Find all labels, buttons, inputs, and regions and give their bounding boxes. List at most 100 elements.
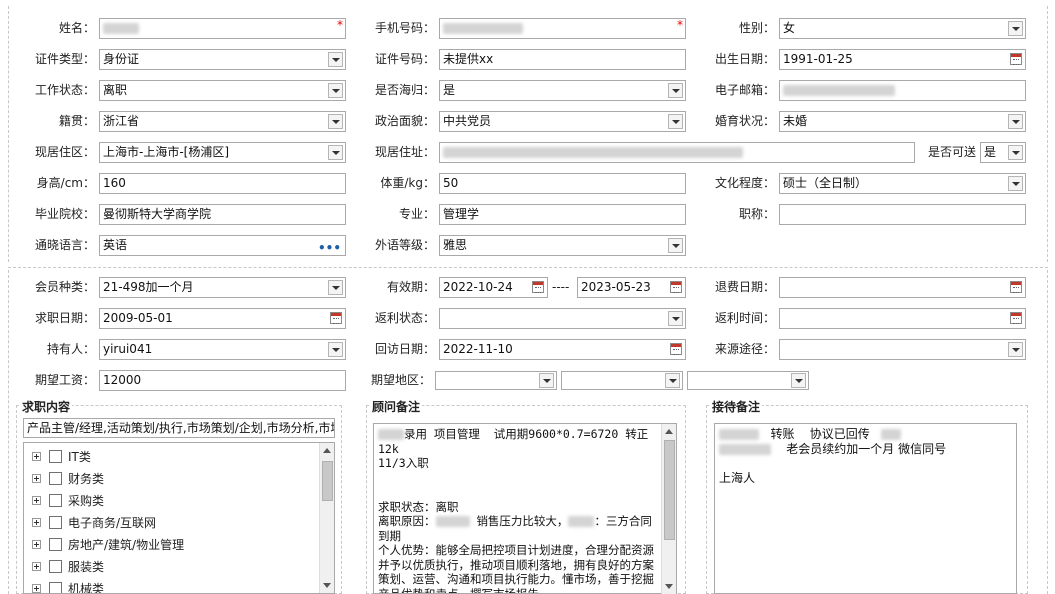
valid-end-input[interactable]: 2023-05-23 — [577, 277, 686, 298]
expected-area-city-select[interactable] — [561, 371, 683, 390]
checkbox[interactable] — [49, 450, 62, 463]
expand-icon[interactable] — [32, 518, 41, 527]
id-type-select[interactable]: 身份证 — [99, 49, 346, 70]
calendar-icon[interactable] — [670, 343, 682, 355]
email-input[interactable] — [779, 80, 1026, 101]
chevron-down-icon[interactable] — [791, 373, 806, 388]
overseas-select[interactable]: 是 — [439, 80, 686, 101]
expand-icon[interactable] — [32, 584, 41, 593]
chevron-down-icon[interactable] — [328, 83, 343, 98]
checkbox[interactable] — [49, 472, 62, 485]
chevron-down-icon[interactable] — [665, 373, 680, 388]
scroll-down-icon[interactable] — [665, 584, 673, 589]
expected-salary-input[interactable]: 12000 — [99, 370, 346, 391]
calendar-icon[interactable] — [670, 281, 682, 293]
source-select[interactable] — [779, 339, 1026, 360]
tree-scrollbar[interactable] — [319, 443, 334, 593]
expand-icon[interactable] — [32, 540, 41, 549]
holder-select[interactable]: yirui041 — [99, 339, 346, 360]
native-place-select[interactable]: 浙江省 — [99, 111, 346, 132]
chevron-down-icon[interactable] — [668, 83, 683, 98]
language-level-select[interactable]: 雅思 — [439, 235, 686, 256]
visit-date-input[interactable]: 2022-11-10 — [439, 339, 686, 360]
chevron-down-icon[interactable] — [328, 114, 343, 129]
scroll-down-icon[interactable] — [323, 583, 331, 588]
political-select[interactable]: 中共党员 — [439, 111, 686, 132]
scroll-thumb[interactable] — [664, 440, 675, 540]
marital-select[interactable]: 未婚 — [779, 111, 1026, 132]
scroll-up-icon[interactable] — [323, 448, 331, 453]
chevron-down-icon[interactable] — [668, 114, 683, 129]
school-input[interactable]: 曼彻斯特大学商学院 — [99, 204, 346, 225]
rebate-time-input[interactable] — [779, 308, 1026, 329]
more-icon[interactable]: ••• — [318, 239, 341, 255]
rebate-status-select[interactable] — [439, 308, 686, 329]
calendar-icon[interactable] — [330, 312, 342, 324]
current-area-select[interactable]: 上海市-上海市-[杨浦区] — [99, 142, 346, 163]
calendar-icon[interactable] — [532, 281, 544, 293]
title-input[interactable] — [779, 204, 1026, 225]
tree-item-label: 房地产/建筑/物业管理 — [68, 538, 185, 552]
scroll-up-icon[interactable] — [665, 429, 673, 434]
tree-item-realestate[interactable]: 房地产/建筑/物业管理 — [32, 535, 184, 555]
chevron-down-icon[interactable] — [328, 280, 343, 295]
expected-area-province-select[interactable] — [435, 371, 557, 390]
chevron-down-icon[interactable] — [1008, 114, 1023, 129]
major-input[interactable]: 管理学 — [439, 204, 686, 225]
chevron-down-icon[interactable] — [1008, 342, 1023, 357]
calendar-icon[interactable] — [1010, 53, 1022, 65]
tree-item-purchasing[interactable]: 采购类 — [32, 491, 104, 511]
work-status-select[interactable]: 离职 — [99, 80, 346, 101]
language-level-label: 外语等级： — [374, 238, 435, 252]
phone-input[interactable]: * — [439, 18, 686, 39]
gender-select[interactable]: 女 — [779, 18, 1026, 39]
chevron-down-icon[interactable] — [539, 373, 554, 388]
expand-icon[interactable] — [32, 496, 41, 505]
job-category-tree[interactable]: IT类 财务类 采购类 电子商务/互联网 房地产/建筑/物业管理 服装类 机械类 — [23, 442, 335, 594]
refund-date-input[interactable] — [779, 277, 1026, 298]
checkbox[interactable] — [49, 494, 62, 507]
chevron-down-icon[interactable] — [1008, 145, 1023, 160]
valid-start-input[interactable]: 2022-10-24 — [439, 277, 548, 298]
scroll-thumb[interactable] — [322, 461, 333, 501]
checkbox[interactable] — [49, 582, 62, 593]
current-address-input[interactable] — [439, 142, 915, 163]
chevron-down-icon[interactable] — [668, 311, 683, 326]
weight-input[interactable]: 50 — [439, 173, 686, 194]
language-input[interactable]: 英语 ••• — [99, 235, 346, 256]
chevron-down-icon[interactable] — [668, 238, 683, 253]
reachable-select[interactable]: 是 — [980, 142, 1026, 163]
notes-scrollbar[interactable] — [661, 424, 676, 594]
chevron-down-icon[interactable] — [1008, 21, 1023, 36]
checkbox[interactable] — [49, 516, 62, 529]
chevron-down-icon[interactable] — [328, 52, 343, 67]
tree-item-machinery[interactable]: 机械类 — [32, 579, 105, 594]
expand-icon[interactable] — [32, 474, 41, 483]
consultant-notes-textarea[interactable]: 录用 项目管理 试用期9600*0.7=6720 转正12k 11/3入职 求职… — [373, 423, 677, 594]
calendar-icon[interactable] — [1010, 312, 1022, 324]
apply-date-input[interactable]: 2009-05-01 — [99, 308, 346, 329]
member-type-select[interactable]: 21-498加一个月 — [99, 277, 346, 298]
tree-item-it[interactable]: IT类 — [32, 447, 91, 467]
calendar-icon[interactable] — [1010, 281, 1022, 293]
checkbox[interactable] — [49, 560, 62, 573]
reception-notes-textarea[interactable]: 转账 协议已回传 老会员续约加一个月 微信同号 上海人 — [714, 423, 1017, 594]
expand-icon[interactable] — [32, 452, 41, 461]
education-select[interactable]: 硕士（全日制） — [779, 173, 1026, 194]
chevron-down-icon[interactable] — [1008, 176, 1023, 191]
height-input[interactable]: 160 — [99, 173, 346, 194]
tree-item-finance[interactable]: 财务类 — [32, 469, 104, 489]
id-number-input[interactable]: 未提供xx — [439, 49, 686, 70]
chevron-down-icon[interactable] — [328, 342, 343, 357]
tree-item-ecommerce[interactable]: 电子商务/互联网 — [32, 513, 156, 533]
tree-item-apparel[interactable]: 服装类 — [32, 557, 104, 577]
language-value: 英语 — [103, 238, 128, 252]
birthdate-input[interactable]: 1991-01-25 — [779, 49, 1026, 70]
job-content-summary[interactable]: 产品主管/经理,活动策划/执行,市场策划/企划,市场分析,市场 — [23, 418, 335, 438]
name-input[interactable]: * — [99, 18, 346, 39]
expand-icon[interactable] — [32, 562, 41, 571]
expected-area-district-select[interactable] — [687, 371, 809, 390]
chevron-down-icon[interactable] — [328, 145, 343, 160]
tree-item-label: 机械类 — [68, 582, 105, 594]
checkbox[interactable] — [49, 538, 62, 551]
